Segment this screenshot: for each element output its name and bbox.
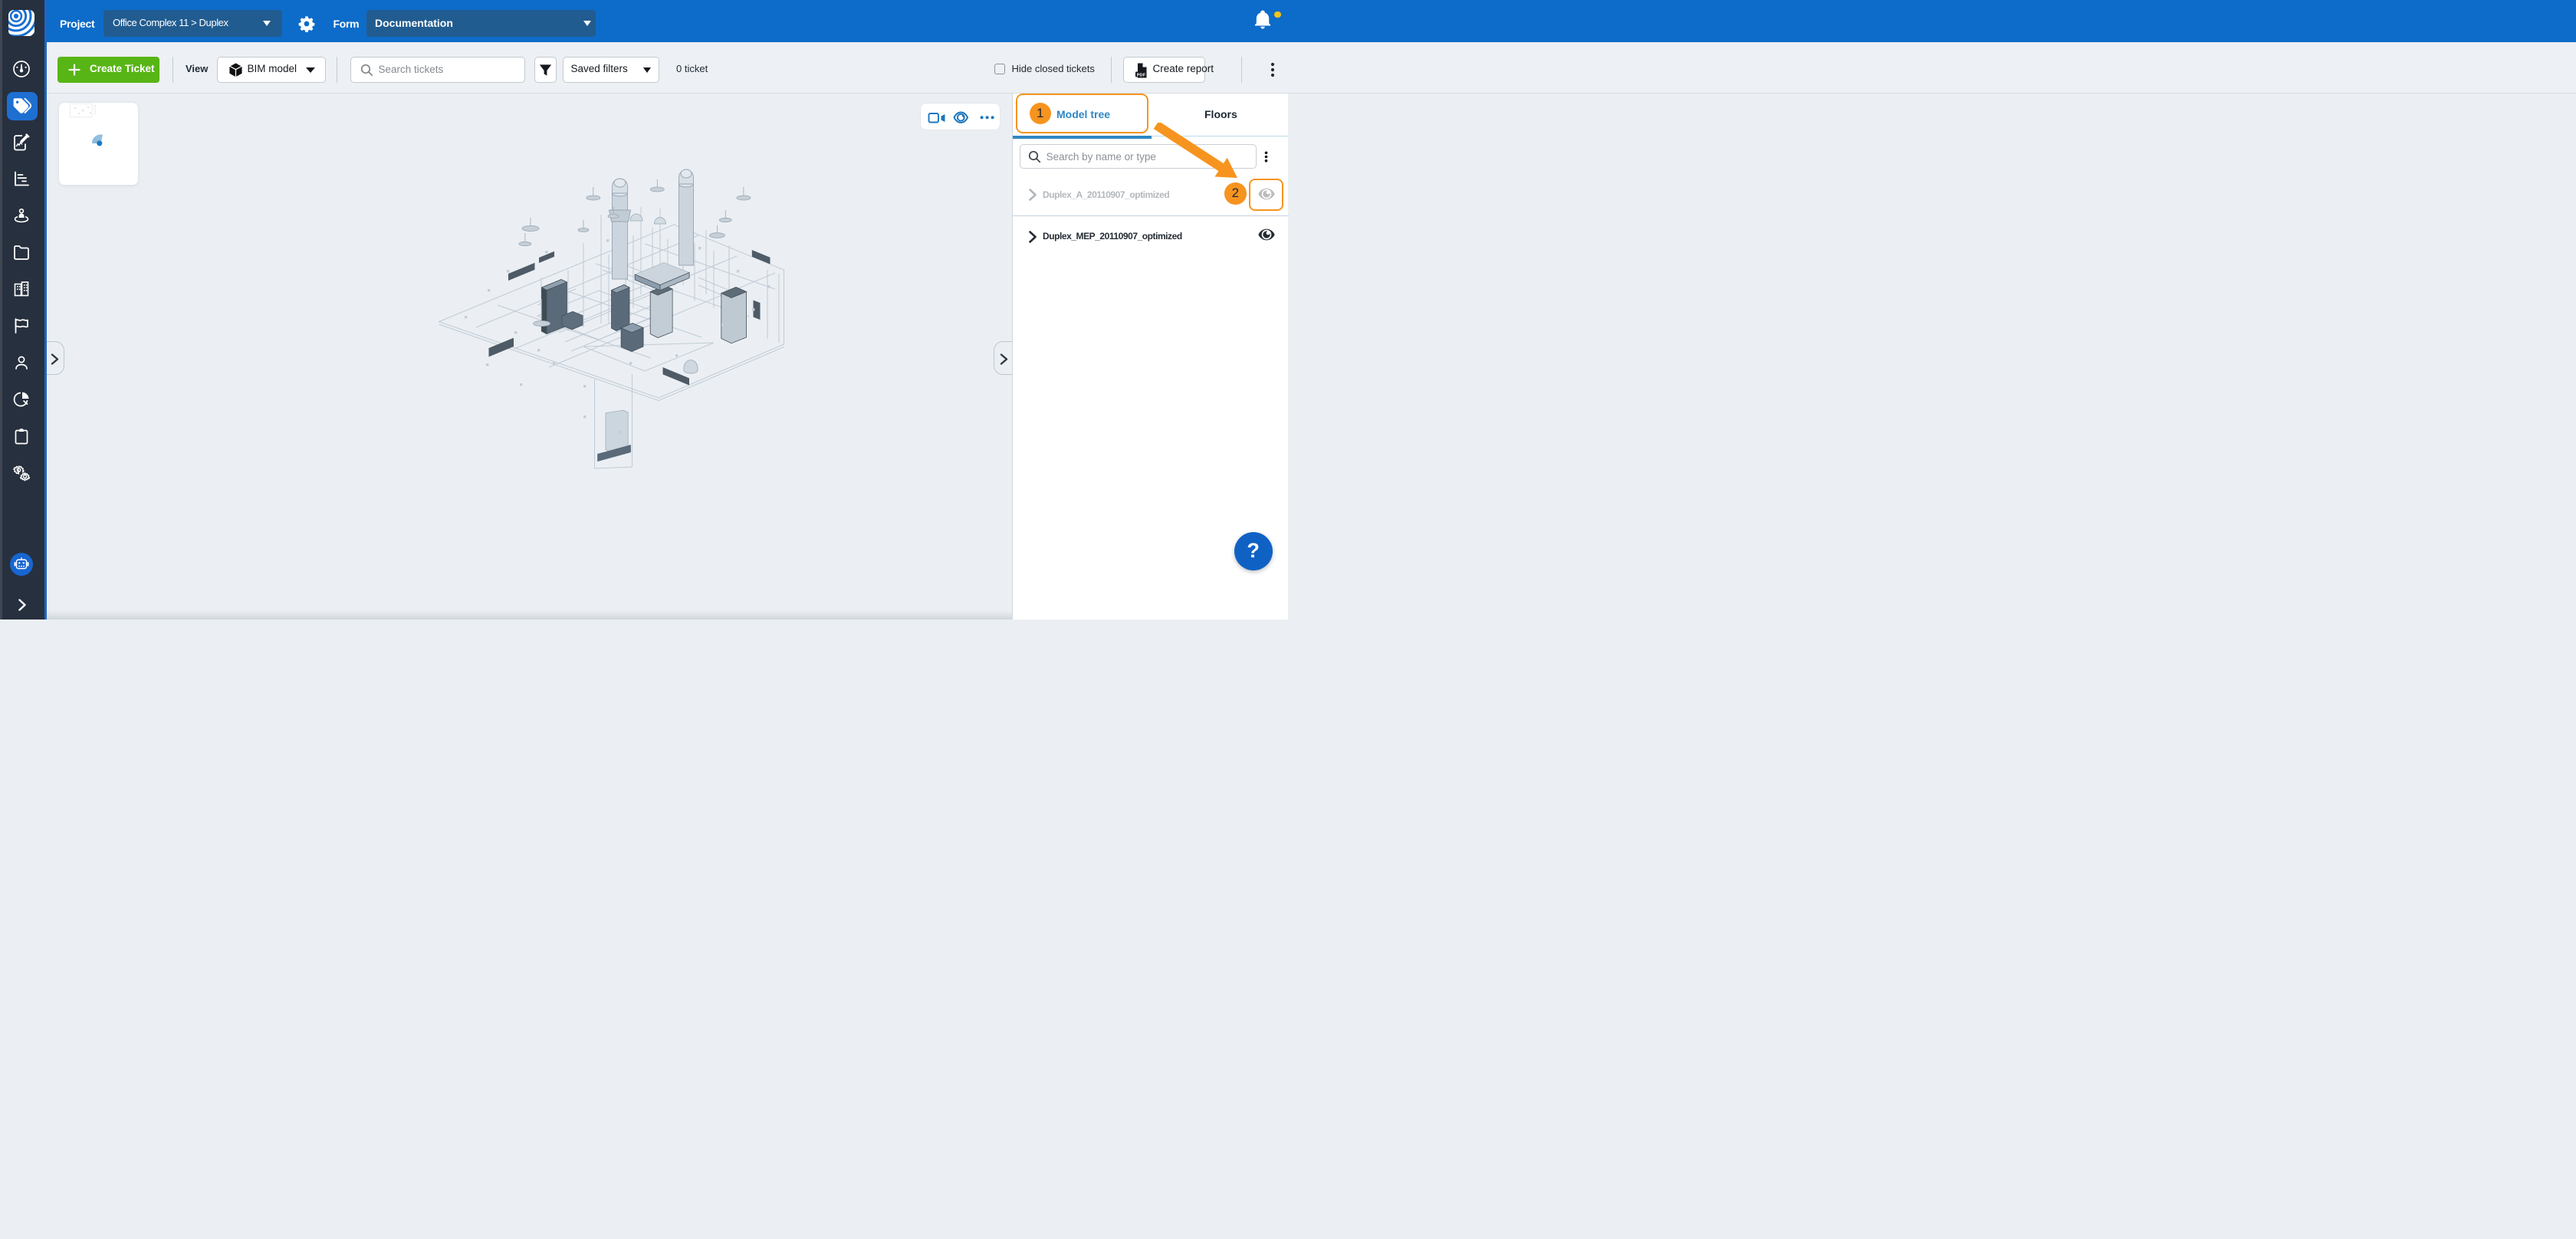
svg-text:PDF: PDF [1136, 73, 1145, 77]
